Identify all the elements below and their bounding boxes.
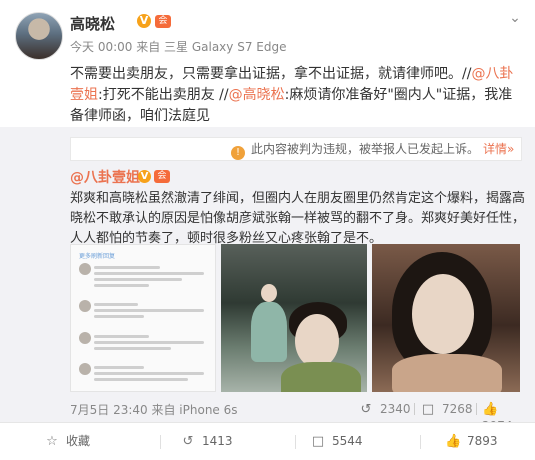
- repost-button-count: 1413: [202, 434, 233, 448]
- violation-notice: ! 此内容被判为违规，被举报人已发起上诉。 详情»: [70, 137, 522, 161]
- action-bar: ☆ 收藏 ↺ 1413 □ 5544 👍 7893: [0, 422, 535, 460]
- divider: [295, 435, 296, 449]
- divider: [414, 403, 415, 415]
- divider: [420, 435, 421, 449]
- repost-count-value: 2340: [380, 402, 411, 416]
- thumbs-up-icon: 👍: [482, 402, 499, 417]
- favorite-button[interactable]: ☆ 收藏: [44, 423, 90, 460]
- repost-count[interactable]: ↺ 2340: [358, 401, 411, 417]
- post-text-part: 不需要出卖朋友，只需要拿出证据，拿不出证据，就请律师吧。//: [70, 66, 472, 82]
- chevron-down-icon[interactable]: ⌄: [507, 10, 523, 26]
- like-button[interactable]: 👍 7893: [445, 423, 498, 460]
- divider: [160, 435, 161, 449]
- post-text-part: :打死不能出卖朋友 //: [98, 87, 229, 103]
- repost-icon: ↺: [360, 402, 372, 417]
- repost-time: 7月5日 23:40 来自 iPhone 6s: [70, 403, 238, 417]
- comment-count[interactable]: □ 7268: [420, 401, 473, 417]
- actress-portrait-image[interactable]: [372, 244, 520, 392]
- like-count[interactable]: 👍2974: [482, 401, 525, 433]
- chat-screenshot-image[interactable]: 更多刷新回复: [70, 244, 216, 392]
- comment-count-value: 7268: [442, 402, 473, 416]
- favorite-label: 收藏: [66, 434, 91, 448]
- repost-footer: 7月5日 23:40 来自 iPhone 6s ↺ 2340 □ 7268 👍297…: [70, 401, 525, 433]
- repost-icon: ↺: [182, 434, 194, 449]
- post-header: 高晓松 V 会 今天 00:00 来自 三星 Galaxy S7 Edge ⌄: [0, 0, 535, 64]
- like-button-count: 7893: [467, 434, 498, 448]
- comment-icon: □: [421, 402, 435, 417]
- comment-icon: □: [311, 434, 325, 449]
- vip-badge-icon: V: [138, 170, 151, 183]
- author-name[interactable]: 高晓松: [70, 13, 115, 34]
- member-badge-icon: 会: [154, 170, 170, 183]
- avatar[interactable]: [15, 12, 63, 60]
- vip-badge-icon: V: [137, 14, 151, 28]
- star-icon: ☆: [46, 434, 58, 449]
- divider: [476, 403, 477, 415]
- comment-button-count: 5544: [332, 434, 363, 448]
- post-meta: 今天 00:00 来自 三星 Galaxy S7 Edge: [70, 40, 287, 54]
- repost-button[interactable]: ↺ 1413: [180, 423, 233, 460]
- details-link[interactable]: 详情»: [483, 142, 514, 156]
- repost-box: ! 此内容被判为违规，被举报人已发起上诉。 详情» @八卦壹姐 V 会 郑爽和高晓松…: [0, 127, 535, 433]
- mention-link[interactable]: @高晓松: [229, 87, 285, 103]
- violation-text: 此内容被判为违规，被举报人已发起上诉。: [251, 142, 480, 156]
- thumbs-up-icon: 👍: [445, 434, 462, 449]
- chat-header: 更多刷新回复: [79, 253, 116, 260]
- post-text: 不需要出卖朋友，只需要拿出证据，拿不出证据，就请律师吧。//@八卦壹姐:打死不能…: [70, 64, 525, 127]
- costume-drama-image[interactable]: [221, 244, 367, 392]
- warning-icon: !: [231, 146, 245, 160]
- comment-button[interactable]: □ 5544: [310, 423, 363, 460]
- member-badge-icon: 会: [155, 15, 171, 28]
- repost-author[interactable]: @八卦壹姐: [70, 167, 140, 187]
- repost-text: 郑爽和高晓松虽然澈清了绯闻，但圈内人在朋友圈里仍然肯定这个爆料，揭露高晓松不敢承…: [70, 191, 526, 246]
